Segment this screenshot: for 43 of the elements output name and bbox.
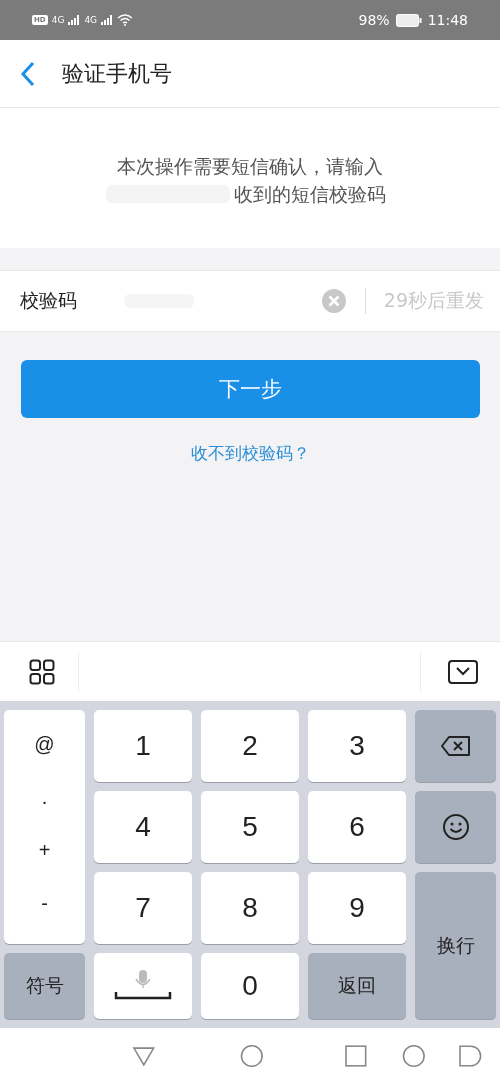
- digit-key[interactable]: 2: [201, 710, 299, 782]
- symbol-key[interactable]: +: [38, 839, 51, 862]
- digit-key[interactable]: 8: [201, 872, 299, 944]
- back-icon[interactable]: [20, 60, 36, 87]
- symbol-key[interactable]: @: [34, 733, 55, 756]
- back-triangle-icon[interactable]: [132, 1045, 156, 1067]
- space-key[interactable]: [94, 953, 192, 1019]
- d-shape-icon[interactable]: [459, 1045, 483, 1067]
- network-type-label: 4G: [84, 15, 98, 25]
- signal-icon: [68, 15, 81, 25]
- field-label: 校验码: [20, 288, 78, 313]
- hide-keyboard-icon[interactable]: [448, 659, 478, 684]
- wifi-icon: [117, 14, 134, 26]
- instruction-text: 收到的短信校验码: [234, 182, 386, 207]
- digit-key[interactable]: 5: [201, 791, 299, 863]
- home-circle-icon[interactable]: [239, 1044, 264, 1068]
- signal-icon: [101, 15, 114, 25]
- symbol-key[interactable]: .: [41, 786, 48, 809]
- circle-icon[interactable]: [401, 1044, 426, 1068]
- digit-key[interactable]: 9: [308, 872, 406, 944]
- smiley-icon: [441, 813, 470, 841]
- return-key[interactable]: 返回: [308, 953, 406, 1019]
- emoji-key[interactable]: [415, 791, 496, 863]
- clock: 11:48: [427, 12, 468, 28]
- page-title: 验证手机号: [62, 59, 172, 88]
- enter-key[interactable]: 换行: [415, 872, 496, 1019]
- digit-key[interactable]: 3: [308, 710, 406, 782]
- digit-key[interactable]: 0: [201, 953, 299, 1019]
- digit-key[interactable]: 4: [94, 791, 192, 863]
- digit-key[interactable]: 6: [308, 791, 406, 863]
- microphone-space-icon: [114, 970, 172, 1002]
- backspace-icon: [439, 735, 472, 757]
- backspace-key[interactable]: [415, 710, 496, 782]
- symbols-key[interactable]: 符号: [4, 953, 85, 1019]
- instruction-text: 本次操作需要短信确认，请输入: [117, 154, 383, 179]
- digit-key[interactable]: 7: [94, 872, 192, 944]
- battery-percent: 98%: [358, 12, 390, 28]
- grid-menu-icon[interactable]: [29, 658, 55, 685]
- network-type-label: 4G: [51, 15, 65, 25]
- battery-icon: [395, 13, 422, 27]
- recents-square-icon[interactable]: [345, 1045, 367, 1067]
- digit-key[interactable]: 1: [94, 710, 192, 782]
- symbol-key[interactable]: -: [41, 892, 48, 915]
